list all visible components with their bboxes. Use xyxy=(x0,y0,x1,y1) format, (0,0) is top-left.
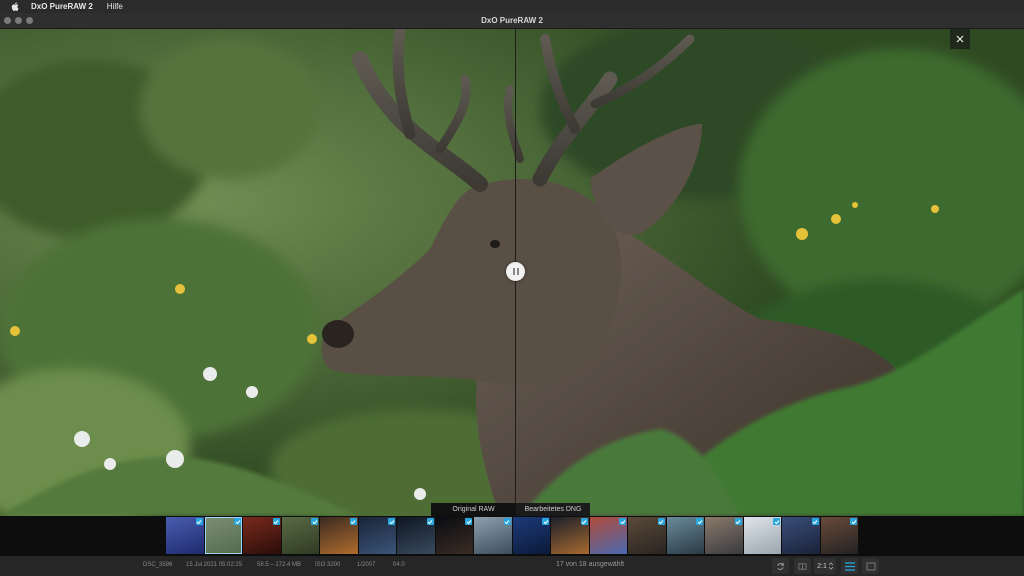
checkmark-icon xyxy=(273,519,279,524)
thumbnail-item[interactable] xyxy=(474,517,512,554)
thumbnail-checkbox[interactable] xyxy=(195,518,203,525)
compare-button[interactable] xyxy=(794,558,811,574)
pause-icon xyxy=(512,268,520,275)
apple-logo-icon[interactable] xyxy=(11,2,19,11)
thumbnail-checkbox[interactable] xyxy=(811,518,819,525)
thumbnail-checkbox[interactable] xyxy=(311,518,318,525)
thumbnail-item[interactable] xyxy=(551,517,589,554)
checkmark-icon xyxy=(466,519,471,524)
thumbnail-checkbox[interactable] xyxy=(773,518,780,525)
thumbnail-item[interactable] xyxy=(397,517,435,554)
thumbnail-checkbox[interactable] xyxy=(734,518,742,525)
thumbnail-checkbox[interactable] xyxy=(850,518,857,525)
checkmark-icon xyxy=(427,519,433,524)
checkmark-icon xyxy=(581,519,587,524)
checkmark-icon xyxy=(774,519,779,524)
status-file-size: 58.5 – 172.4 MB xyxy=(257,562,302,568)
photo-viewer[interactable]: Original RAW Bearbeitetes DNG xyxy=(0,29,1024,516)
menu-bar: DxO PureRAW 2 Hilfe xyxy=(0,0,1024,13)
window-title: DxO PureRAW 2 xyxy=(481,16,543,25)
thumbnail-item[interactable] xyxy=(743,517,781,554)
window-title-bar: DxO PureRAW 2 xyxy=(0,13,1024,29)
thumbnail-checkbox[interactable] xyxy=(272,518,280,525)
thumbnail-checkbox[interactable] xyxy=(619,518,626,525)
rotate-button[interactable] xyxy=(772,558,789,574)
label-original-raw: Original RAW xyxy=(431,503,516,516)
checkmark-icon xyxy=(389,519,394,524)
thumbnail-checkbox[interactable] xyxy=(657,518,665,525)
thumbnail-checkbox[interactable] xyxy=(580,518,588,525)
checkmark-icon xyxy=(196,519,202,524)
compare-labels: Original RAW Bearbeitetes DNG xyxy=(431,503,590,516)
thumbnail-item[interactable] xyxy=(320,517,358,554)
checkmark-icon xyxy=(504,519,510,524)
status-date: 15 Jul 2021 05:02:25 xyxy=(186,562,243,568)
checkmark-icon xyxy=(543,519,548,524)
thumbnail-item[interactable] xyxy=(204,517,242,554)
checkmark-icon xyxy=(235,519,240,524)
zoom-level: 2:1 xyxy=(817,562,827,570)
fullscreen-icon xyxy=(866,562,875,570)
thumbnail-item[interactable] xyxy=(512,517,550,554)
thumbnail-checkbox[interactable] xyxy=(465,518,472,525)
selection-count: 17 von 18 ausgewählt xyxy=(555,561,625,568)
checkmark-icon xyxy=(851,519,856,524)
thumbnail-item[interactable] xyxy=(281,517,319,554)
close-viewer-button[interactable] xyxy=(950,29,970,49)
checkmark-icon xyxy=(658,519,664,524)
checkmark-icon xyxy=(312,519,317,524)
menu-app-name[interactable]: DxO PureRAW 2 xyxy=(31,2,93,11)
rotate-icon xyxy=(777,562,784,570)
thumbnail-checkbox[interactable] xyxy=(234,518,241,525)
thumbnail-item[interactable] xyxy=(782,517,820,554)
checkmark-icon xyxy=(620,519,625,524)
menu-item-help[interactable]: Hilfe xyxy=(107,2,123,11)
status-aperture: f/4.0 xyxy=(393,562,405,568)
list-view-icon xyxy=(844,561,855,571)
thumbnail-checkbox[interactable] xyxy=(542,518,549,525)
checkmark-icon xyxy=(350,519,356,524)
thumbnail-item[interactable] xyxy=(666,517,704,554)
zoom-selector[interactable]: 2:1 xyxy=(814,558,836,574)
thumbnail-item[interactable] xyxy=(820,517,858,554)
filmstrip xyxy=(0,516,1024,556)
label-processed-dng: Bearbeitetes DNG xyxy=(516,503,590,516)
close-icon xyxy=(956,35,964,43)
fullscreen-button[interactable] xyxy=(862,558,879,574)
thumbnail-checkbox[interactable] xyxy=(349,518,357,525)
thumbnail-checkbox[interactable] xyxy=(388,518,395,525)
thumbnail-item[interactable] xyxy=(435,517,473,554)
checkmark-icon xyxy=(735,519,741,524)
compare-split-handle[interactable] xyxy=(506,262,525,281)
status-iso: ISO 3200 xyxy=(315,562,341,568)
list-view-button[interactable] xyxy=(841,558,858,574)
thumbnail-item[interactable] xyxy=(628,517,666,554)
status-filename: DSC_3596 xyxy=(143,562,173,568)
status-bar: DSC_3596 15 Jul 2021 05:02:25 58.5 – 172… xyxy=(0,556,1024,576)
thumbnail-checkbox[interactable] xyxy=(696,518,703,525)
thumbnail-item[interactable] xyxy=(243,517,281,554)
thumbnail-item[interactable] xyxy=(358,517,396,554)
thumbnail-item[interactable] xyxy=(166,517,204,554)
status-shutter: 1/2007 xyxy=(357,562,376,568)
thumbnail-item[interactable] xyxy=(705,517,743,554)
thumbnail-checkbox[interactable] xyxy=(503,518,511,525)
checkmark-icon xyxy=(697,519,702,524)
thumbnail-checkbox[interactable] xyxy=(426,518,434,525)
chevron-updown-icon xyxy=(828,562,833,570)
thumbnail-item[interactable] xyxy=(589,517,627,554)
checkmark-icon xyxy=(812,519,818,524)
thumbnail-list xyxy=(166,517,858,554)
compare-icon xyxy=(798,562,807,570)
